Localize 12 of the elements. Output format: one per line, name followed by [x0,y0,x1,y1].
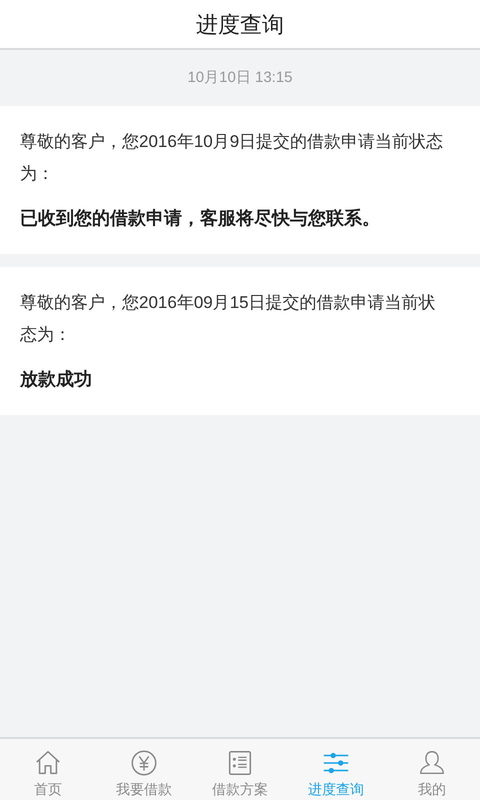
record-status: 已收到您的借款申请，客服将尽快与您联系。 [20,207,381,230]
page-title: 进度查询 [196,10,284,38]
timestamp: 10月10日 13:15 [187,68,293,88]
tab[interactable]: 首页 [0,739,96,800]
record-status: 放款成功 [20,368,93,391]
tab[interactable]: 进度查询 [288,739,384,800]
tab[interactable]: 借款方案 [192,739,288,800]
tab[interactable]: 我的 [384,739,480,800]
record-message: 尊敬的客户，您2016年09月15日提交的借款申请当前状态为： [20,292,437,346]
yen-coin-icon [129,748,159,778]
record-message: 尊敬的客户，您2016年10月9日提交的借款申请当前状态为： [20,131,444,185]
tab[interactable]: 我要借款 [96,739,192,800]
